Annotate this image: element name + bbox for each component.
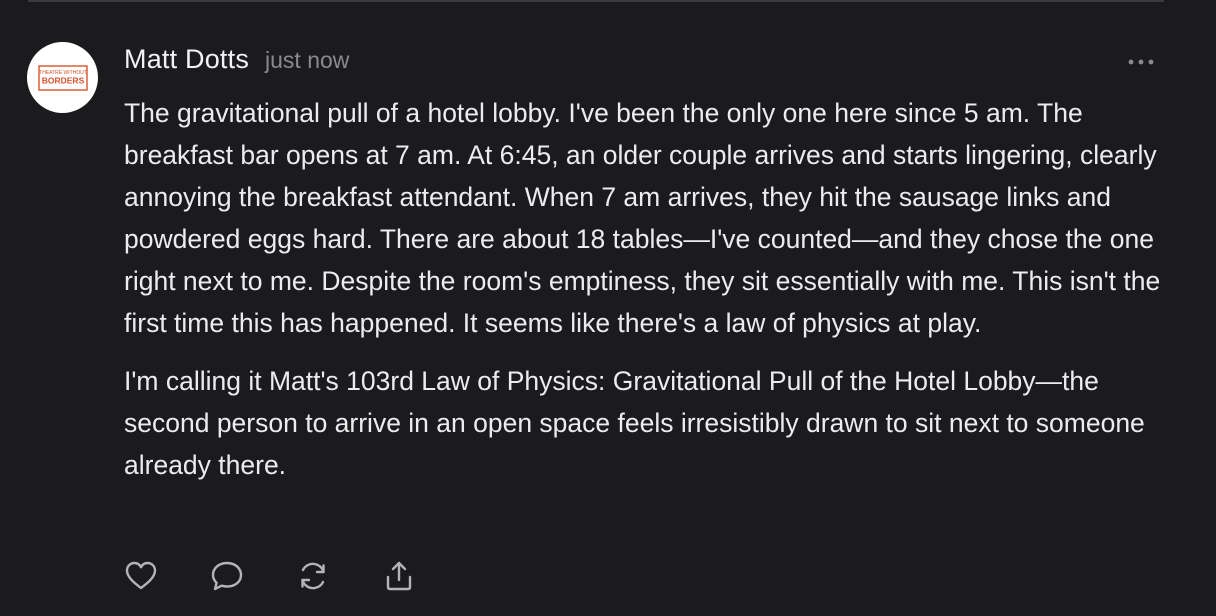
post-body: The gravitational pull of a hotel lobby.… bbox=[124, 92, 1184, 486]
post-actions bbox=[122, 558, 466, 594]
restack-button[interactable] bbox=[294, 558, 332, 594]
ellipsis-icon bbox=[1128, 59, 1154, 65]
author-name[interactable]: Matt Dotts bbox=[124, 44, 249, 75]
more-options-button[interactable] bbox=[1124, 50, 1158, 74]
heart-icon bbox=[125, 561, 157, 590]
post-paragraph: I'm calling it Matt's 103rd Law of Physi… bbox=[124, 366, 1145, 480]
restack-icon bbox=[301, 562, 325, 590]
comment-button[interactable] bbox=[208, 558, 246, 594]
timestamp[interactable]: just now bbox=[265, 47, 349, 74]
post-paragraph: The gravitational pull of a hotel lobby.… bbox=[124, 98, 1161, 338]
share-icon bbox=[386, 561, 412, 591]
theatre-without-borders-logo: THEATRE WITHOUT BORDERS bbox=[37, 64, 88, 91]
comment-icon bbox=[211, 561, 243, 591]
post-header: Matt Dotts just now bbox=[124, 44, 349, 84]
avatar[interactable]: THEATRE WITHOUT BORDERS bbox=[27, 42, 98, 113]
share-button[interactable] bbox=[380, 558, 418, 594]
note-post: THEATRE WITHOUT BORDERS Matt Dotts just … bbox=[0, 0, 1216, 616]
logo-line2: BORDERS bbox=[41, 75, 84, 85]
like-button[interactable] bbox=[122, 558, 160, 594]
